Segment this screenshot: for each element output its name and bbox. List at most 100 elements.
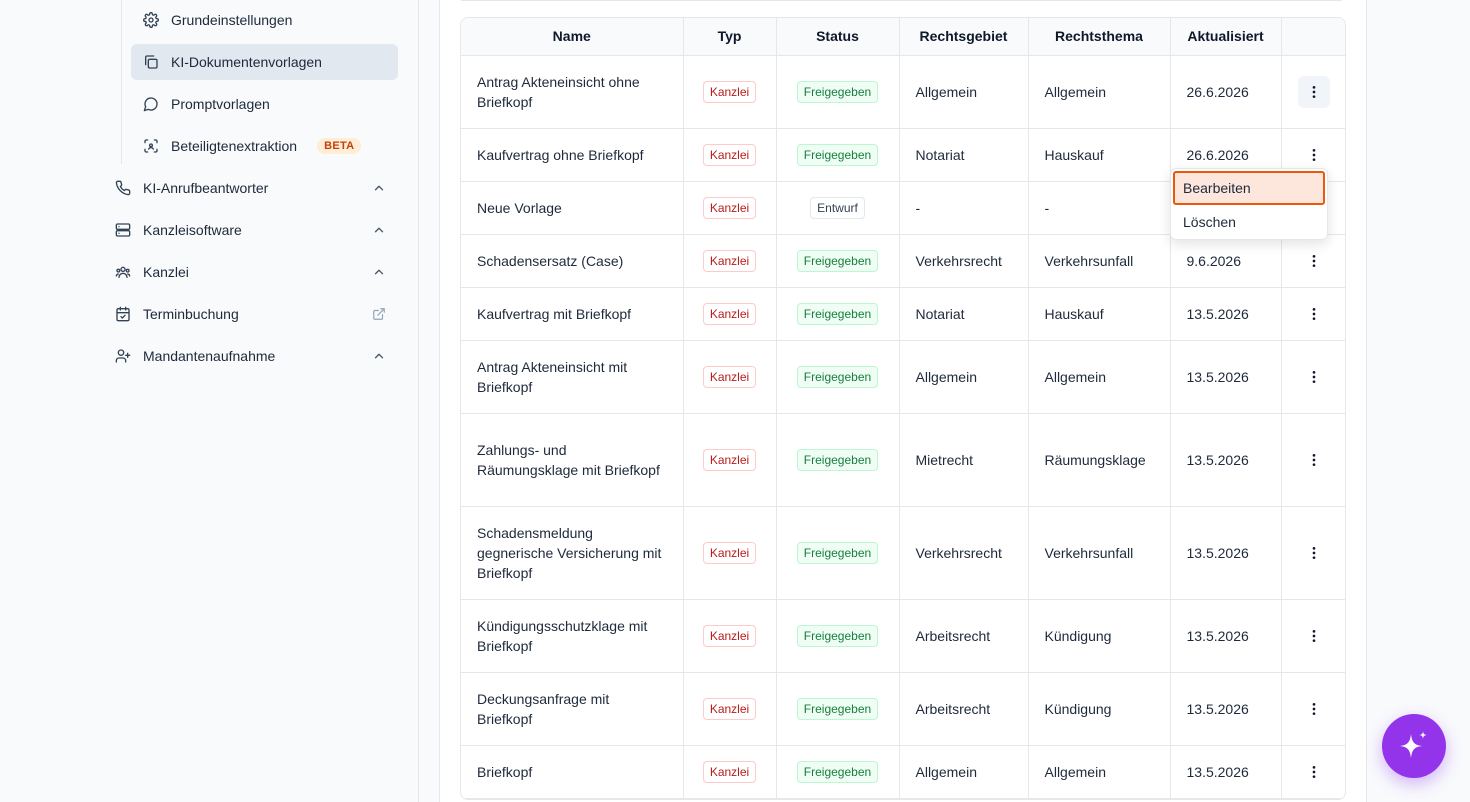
- template-name: Schadensmeldung gegnerische Versicherung…: [477, 524, 662, 581]
- cell-aktualisiert: 13.5.2026: [1170, 287, 1282, 341]
- cell-rechtsthema: Verkehrsunfall: [1028, 234, 1171, 288]
- gear-icon: [143, 12, 159, 28]
- column-header-rechtsthema[interactable]: Rechtsthema: [1028, 18, 1171, 56]
- cell-typ: Kanzlei: [683, 55, 777, 129]
- table-row[interactable]: Antrag Akteneinsicht ohne Briefkopf Kanzl…: [461, 55, 1345, 129]
- sidebar-item-ki-anrufbeantworter[interactable]: KI-Anrufbeantworter: [103, 170, 398, 206]
- template-name: Briefkopf: [477, 763, 533, 780]
- table-row[interactable]: Deckungsanfrage mit Briefkopf Kanzlei Frei…: [461, 672, 1345, 746]
- ai-assistant-button[interactable]: [1382, 714, 1446, 778]
- rechtsthema-value: Hauskauf: [1044, 305, 1104, 322]
- cell-actions: [1281, 340, 1345, 414]
- updated-date: 13.5.2026: [1186, 305, 1249, 322]
- column-header-typ[interactable]: Typ: [683, 18, 777, 56]
- status-badge: Freigegeben: [796, 697, 879, 720]
- updated-date: 26.6.2026: [1186, 83, 1249, 100]
- cell-aktualisiert: 9.6.2026: [1170, 234, 1282, 288]
- table-row[interactable]: Kaufvertrag mit Briefkopf Kanzlei Freigege…: [461, 287, 1345, 341]
- table-row[interactable]: Schadensmeldung gegnerische Versicherung…: [461, 506, 1345, 600]
- more-vertical-icon: [1312, 307, 1316, 320]
- cell-rechtsgebiet: Arbeitsrecht: [899, 599, 1029, 673]
- cell-rechtsthema: Allgemein: [1028, 340, 1171, 414]
- row-actions-button[interactable]: [1298, 139, 1330, 171]
- sidebar-item-grundeinstellungen[interactable]: Grundeinstellungen: [131, 2, 398, 38]
- cell-rechtsthema: Hauskauf: [1028, 128, 1171, 182]
- cell-rechtsthema: Verkehrsunfall: [1028, 506, 1171, 600]
- row-actions-button[interactable]: [1298, 245, 1330, 277]
- cell-actions: [1281, 234, 1345, 288]
- rechtsthema-value: Verkehrsunfall: [1044, 252, 1134, 269]
- cell-name: Zahlungs- und Räumungsklage mit Briefkop…: [461, 413, 684, 507]
- divider: [461, 0, 1342, 1]
- cell-status: Freigegeben: [776, 672, 900, 746]
- cell-status: Freigegeben: [776, 599, 900, 673]
- column-header-rechtsgebiet[interactable]: Rechtsgebiet: [899, 18, 1029, 56]
- sidebar-item-kanzleisoftware[interactable]: Kanzleisoftware: [103, 212, 398, 248]
- table-row[interactable]: Schadensersatz (Case) Kanzlei Freigegeben V…: [461, 234, 1345, 288]
- cell-aktualisiert: 13.5.2026: [1170, 340, 1282, 414]
- row-actions-button[interactable]: [1298, 620, 1330, 652]
- column-header-aktualisiert[interactable]: Aktualisiert: [1170, 18, 1282, 56]
- cell-typ: Kanzlei: [683, 181, 777, 235]
- sidebar-item-ki-dokumentenvorlagen[interactable]: KI-Dokumentenvorlagen: [131, 44, 398, 80]
- row-actions-button[interactable]: [1298, 75, 1331, 108]
- submenu-guide-line: [121, 0, 122, 164]
- cell-typ: Kanzlei: [683, 599, 777, 673]
- type-badge: Kanzlei: [702, 249, 757, 272]
- cell-actions: [1281, 413, 1345, 507]
- cell-typ: Kanzlei: [683, 234, 777, 288]
- edit-menu-item[interactable]: Bearbeiten: [1173, 171, 1325, 205]
- cell-rechtsthema: Hauskauf: [1028, 287, 1171, 341]
- calendar-icon: [115, 306, 131, 322]
- row-actions-button[interactable]: [1298, 537, 1330, 569]
- status-badge: Freigegeben: [796, 365, 879, 388]
- server-icon: [115, 222, 131, 238]
- sidebar-item-beteiligtenextraktion[interactable]: Beteiligtenextraktion BETA: [131, 128, 398, 164]
- row-actions-button[interactable]: [1298, 693, 1330, 725]
- template-name: Kaufvertrag ohne Briefkopf: [477, 146, 644, 163]
- sidebar-item-terminbuchung[interactable]: Terminbuchung: [103, 296, 398, 332]
- rechtsgebiet-value: Mietrecht: [915, 451, 974, 468]
- sidebar-item-label: Mandantenaufnahme: [143, 348, 276, 364]
- type-badge: Kanzlei: [702, 143, 757, 166]
- cell-status: Freigegeben: [776, 506, 900, 600]
- delete-menu-item[interactable]: Löschen: [1173, 205, 1325, 239]
- status-badge: Freigegeben: [796, 760, 879, 783]
- sidebar-item-kanzlei[interactable]: Kanzlei: [103, 254, 398, 290]
- rechtsthema-value: Allgemein: [1044, 763, 1106, 780]
- row-actions-button[interactable]: [1298, 361, 1330, 393]
- table-row[interactable]: Zahlungs- und Räumungsklage mit Briefkop…: [461, 413, 1345, 507]
- chevron-up-icon: [374, 269, 384, 275]
- table-row[interactable]: Antrag Akteneinsicht mit Briefkopf Kanzle…: [461, 340, 1345, 414]
- cell-typ: Kanzlei: [683, 672, 777, 746]
- template-name: Kündigungsschutzklage mit Briefkopf: [477, 617, 648, 654]
- cell-rechtsgebiet: -: [899, 181, 1029, 235]
- sidebar-item-promptvorlagen[interactable]: Promptvorlagen: [131, 86, 398, 122]
- row-actions-button[interactable]: [1298, 756, 1330, 788]
- cell-rechtsgebiet: Verkehrsrecht: [899, 506, 1029, 600]
- cell-rechtsgebiet: Allgemein: [899, 745, 1029, 799]
- rechtsthema-value: Räumungsklage: [1044, 451, 1146, 468]
- more-vertical-icon: [1312, 629, 1316, 642]
- chevron-up-icon: [374, 227, 384, 233]
- rechtsthema-value: Allgemein: [1044, 368, 1106, 385]
- template-name: Antrag Akteneinsicht ohne Briefkopf: [477, 73, 640, 110]
- chat-bubble-icon: [143, 96, 159, 112]
- type-badge: Kanzlei: [702, 196, 757, 219]
- row-actions-button[interactable]: [1298, 444, 1330, 476]
- cell-rechtsthema: Kündigung: [1028, 599, 1171, 673]
- column-header-status[interactable]: Status: [776, 18, 900, 56]
- updated-date: 13.5.2026: [1186, 368, 1249, 385]
- cell-rechtsgebiet: Allgemein: [899, 55, 1029, 129]
- type-badge: Kanzlei: [702, 760, 757, 783]
- type-badge: Kanzlei: [702, 80, 757, 103]
- rechtsgebiet-value: Notariat: [915, 146, 965, 163]
- sidebar-item-mandantenaufnahme[interactable]: Mandantenaufnahme: [103, 338, 398, 374]
- table-row[interactable]: Briefkopf Kanzlei Freigegeben Allgemein Allg…: [461, 745, 1345, 799]
- column-header-name[interactable]: Name: [461, 18, 684, 56]
- row-actions-button[interactable]: [1298, 298, 1330, 330]
- cell-aktualisiert: 13.5.2026: [1170, 599, 1282, 673]
- type-badge: Kanzlei: [702, 624, 757, 647]
- type-badge: Kanzlei: [702, 541, 757, 564]
- table-row[interactable]: Kündigungsschutzklage mit Briefkopf Kanzl…: [461, 599, 1345, 673]
